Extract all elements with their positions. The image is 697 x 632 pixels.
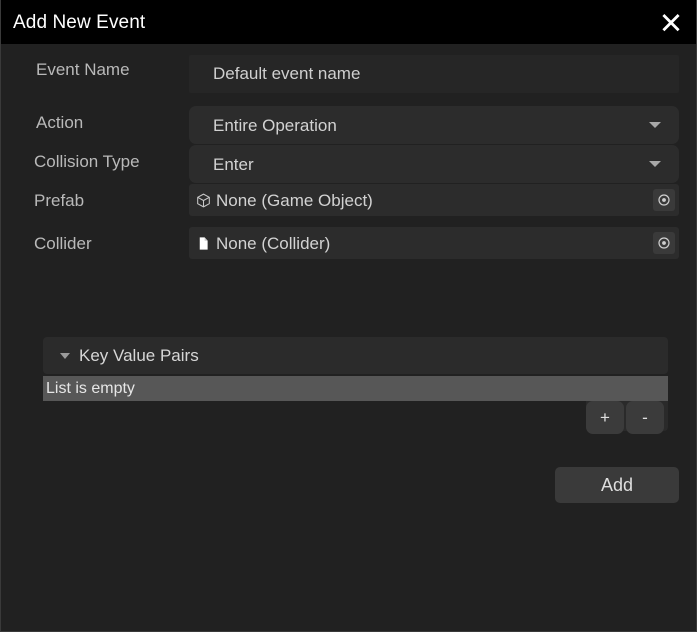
list-remove-item-button[interactable]: - — [626, 401, 664, 434]
game-object-cube-icon — [195, 192, 212, 209]
triangle-down-icon[interactable] — [60, 352, 70, 359]
list-add-item-button[interactable]: + — [586, 401, 624, 434]
dialog-title: Add New Event — [13, 11, 146, 33]
script-file-icon — [195, 235, 212, 252]
close-icon — [661, 12, 681, 32]
label-collision-type: Collision Type — [34, 152, 140, 171]
dialog-titlebar: Add New Event — [1, 0, 696, 44]
event-name-value: Default event name — [213, 64, 361, 83]
field-row-event-name: Event Name — [36, 61, 130, 78]
list-toolbar: + - — [43, 401, 668, 437]
list-add-remove-group: + - — [586, 401, 664, 434]
collision-type-dropdown[interactable]: Enter — [189, 145, 679, 183]
field-row-action: Action — [36, 114, 83, 131]
key-value-pairs-label: Key Value Pairs — [79, 346, 199, 365]
collision-type-dropdown-value: Enter — [213, 154, 254, 174]
key-value-pairs-foldout[interactable]: Key Value Pairs — [43, 337, 668, 374]
label-prefab: Prefab — [34, 191, 85, 210]
collider-object-field[interactable]: None (Collider) — [189, 227, 679, 259]
field-row-prefab: Prefab — [34, 192, 84, 209]
add-button[interactable]: Add — [555, 467, 679, 503]
field-row-collider: Collider — [34, 235, 92, 252]
chevron-down-icon — [649, 161, 661, 167]
list-empty-row: List is empty — [43, 376, 668, 401]
object-picker-target-icon[interactable] — [653, 232, 675, 254]
dialog-body: Event Name Default event name Action Ent… — [1, 44, 696, 631]
key-value-pairs-panel: Key Value Pairs List is empty + - — [43, 337, 668, 437]
action-dropdown[interactable]: Entire Operation — [189, 106, 679, 144]
label-event-name: Event Name — [36, 60, 130, 79]
label-action: Action — [36, 113, 84, 132]
field-row-collision-type: Collision Type — [34, 153, 140, 170]
object-picker-target-icon[interactable] — [653, 189, 675, 211]
close-button[interactable] — [654, 5, 688, 39]
event-name-input[interactable]: Default event name — [189, 55, 679, 93]
prefab-object-field[interactable]: None (Game Object) — [189, 184, 679, 216]
action-dropdown-value: Entire Operation — [213, 115, 337, 135]
label-collider: Collider — [34, 234, 92, 253]
prefab-value: None (Game Object) — [216, 190, 373, 210]
chevron-down-icon — [649, 122, 661, 128]
add-new-event-dialog: Add New Event Event Name Default event n… — [0, 0, 697, 632]
list-empty-message: List is empty — [46, 379, 135, 397]
collider-value: None (Collider) — [216, 233, 331, 253]
